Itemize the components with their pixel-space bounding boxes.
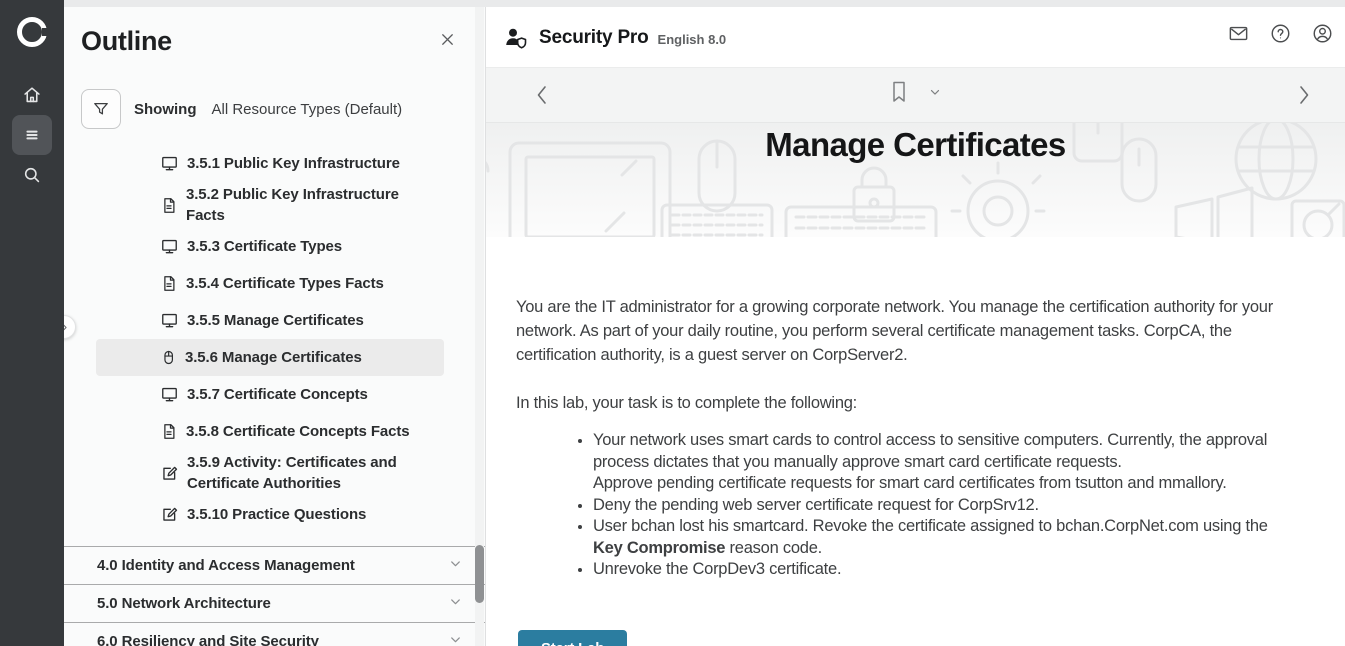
search-icon	[21, 164, 43, 186]
page-title: Manage Certificates	[486, 123, 1345, 164]
account-button[interactable]	[1311, 22, 1334, 45]
help-icon	[1269, 22, 1292, 45]
bookmark-menu-button[interactable]	[928, 85, 942, 99]
monitor-icon	[160, 385, 179, 404]
app-window: Outline Showing All Resource Types (Defa…	[0, 0, 1345, 646]
home-icon	[21, 84, 43, 106]
edit-icon	[160, 464, 179, 483]
chevron-down-icon	[928, 85, 942, 99]
monitor-icon	[160, 237, 179, 256]
bookmark-icon	[890, 80, 908, 104]
outline-title: Outline	[81, 26, 465, 57]
outline-item[interactable]: 3.5.1 Public Key Infrastructure	[96, 145, 444, 182]
next-button[interactable]	[1296, 82, 1312, 108]
task-item: Unrevoke the CorpDev3 certificate.	[593, 559, 1301, 581]
outline-item-label: 3.5.3 Certificate Types	[187, 236, 342, 257]
intro-paragraph: You are the IT administrator for a growi…	[516, 295, 1301, 367]
outline-item-label: 3.5.5 Manage Certificates	[187, 310, 364, 331]
outline-item-label: 3.5.7 Certificate Concepts	[187, 384, 368, 405]
bookmark-button[interactable]	[890, 80, 908, 104]
home-button[interactable]	[12, 75, 52, 115]
outline-item-label: 3.5.2 Public Key Infrastructure Facts	[186, 184, 438, 226]
mouse-icon	[160, 348, 177, 367]
lab-description: You are the IT administrator for a growi…	[486, 237, 1345, 646]
main-header: Security Pro English 8.0	[486, 0, 1345, 68]
outline-panel: Outline Showing All Resource Types (Defa…	[64, 0, 486, 646]
showing-value: All Resource Types (Default)	[212, 101, 403, 118]
outline-item[interactable]: 3.5.8 Certificate Concepts Facts	[96, 413, 444, 450]
logo-gap	[42, 28, 49, 36]
account-icon	[1311, 22, 1334, 45]
showing-label: Showing	[134, 101, 197, 118]
product-logo	[503, 25, 530, 50]
outline-item[interactable]: 3.5.2 Public Key Infrastructure Facts	[96, 182, 444, 228]
outline-list: 3.5.1 Public Key Infrastructure 3.5.2 Pub…	[64, 145, 485, 533]
outline-item-label: 3.5.1 Public Key Infrastructure	[187, 153, 400, 174]
outline-item[interactable]: 3.5.5 Manage Certificates	[96, 302, 444, 339]
outline-section-label: 6.0 Resiliency and Site Security	[97, 633, 319, 646]
document-icon	[160, 422, 178, 441]
outline-sections: 4.0 Identity and Access Management 5.0 Ne…	[64, 546, 485, 646]
task-intro: In this lab, your task is to complete th…	[516, 391, 1301, 415]
filter-funnel-icon	[91, 99, 111, 119]
outline-section-label: 4.0 Identity and Access Management	[97, 557, 355, 574]
chevron-right-icon	[1296, 82, 1312, 108]
close-icon	[438, 30, 457, 49]
task-item: User bchan lost his smartcard. Revoke th…	[593, 516, 1301, 559]
product-title: Security Pro	[539, 27, 649, 49]
panel-scrollbar-thumb[interactable]	[475, 545, 484, 603]
filter-row: Showing All Resource Types (Default)	[81, 89, 485, 129]
edit-icon	[160, 505, 179, 524]
lesson-toolbar	[486, 68, 1345, 123]
outline-item[interactable]: 3.5.4 Certificate Types Facts	[96, 265, 444, 302]
outline-section[interactable]: 6.0 Resiliency and Site Security	[64, 622, 485, 646]
chevron-down-icon	[448, 594, 463, 614]
help-button[interactable]	[1269, 22, 1292, 45]
outline-item-active[interactable]: 3.5.6 Manage Certificates	[96, 339, 444, 376]
outline-item-label: 3.5.4 Certificate Types Facts	[186, 273, 384, 294]
title-banner: Manage Certificates	[486, 123, 1345, 237]
outline-menu-button[interactable]	[12, 115, 52, 155]
mail-icon	[1227, 22, 1250, 45]
outline-item[interactable]: 3.5.10 Practice Questions	[96, 496, 444, 533]
close-outline-button[interactable]	[438, 30, 457, 52]
panel-scrollbar-track[interactable]	[475, 7, 484, 646]
document-icon	[160, 274, 178, 293]
outline-section[interactable]: 5.0 Network Architecture	[64, 584, 485, 622]
task-list: Your network uses smart cards to control…	[516, 430, 1301, 581]
task-item: Deny the pending web server certificate …	[593, 495, 1301, 517]
start-lab-button[interactable]: Start Lab	[518, 630, 627, 646]
outline-item-label: 3.5.9 Activity: Certificates and Certifi…	[187, 452, 438, 494]
chevron-down-icon	[448, 632, 463, 646]
outline-item[interactable]: 3.5.7 Certificate Concepts	[96, 376, 444, 413]
chevron-down-icon	[448, 556, 463, 576]
outline-item-label: 3.5.8 Certificate Concepts Facts	[186, 421, 410, 442]
outline-section-label: 5.0 Network Architecture	[97, 595, 271, 612]
chevron-left-icon	[534, 82, 550, 108]
main-content: Security Pro English 8.0	[486, 0, 1345, 646]
filter-button[interactable]	[81, 89, 121, 129]
search-button[interactable]	[12, 155, 52, 195]
monitor-icon	[160, 311, 179, 330]
task-item: Your network uses smart cards to control…	[593, 430, 1301, 495]
document-icon	[160, 196, 178, 215]
left-rail	[0, 0, 64, 646]
outline-menu-icon	[22, 125, 42, 145]
outline-item-label: 3.5.10 Practice Questions	[187, 504, 366, 525]
outline-item[interactable]: 3.5.9 Activity: Certificates and Certifi…	[96, 450, 444, 496]
previous-button[interactable]	[534, 82, 550, 108]
person-shield-icon	[503, 25, 530, 50]
app-logo-icon[interactable]	[17, 17, 47, 47]
outline-item[interactable]: 3.5.3 Certificate Types	[96, 228, 444, 265]
outline-section[interactable]: 4.0 Identity and Access Management	[64, 546, 485, 584]
outline-item-label: 3.5.6 Manage Certificates	[185, 347, 362, 368]
monitor-icon	[160, 154, 179, 173]
messages-button[interactable]	[1227, 22, 1250, 45]
top-strip	[64, 0, 1345, 7]
product-subtitle: English 8.0	[658, 32, 727, 47]
